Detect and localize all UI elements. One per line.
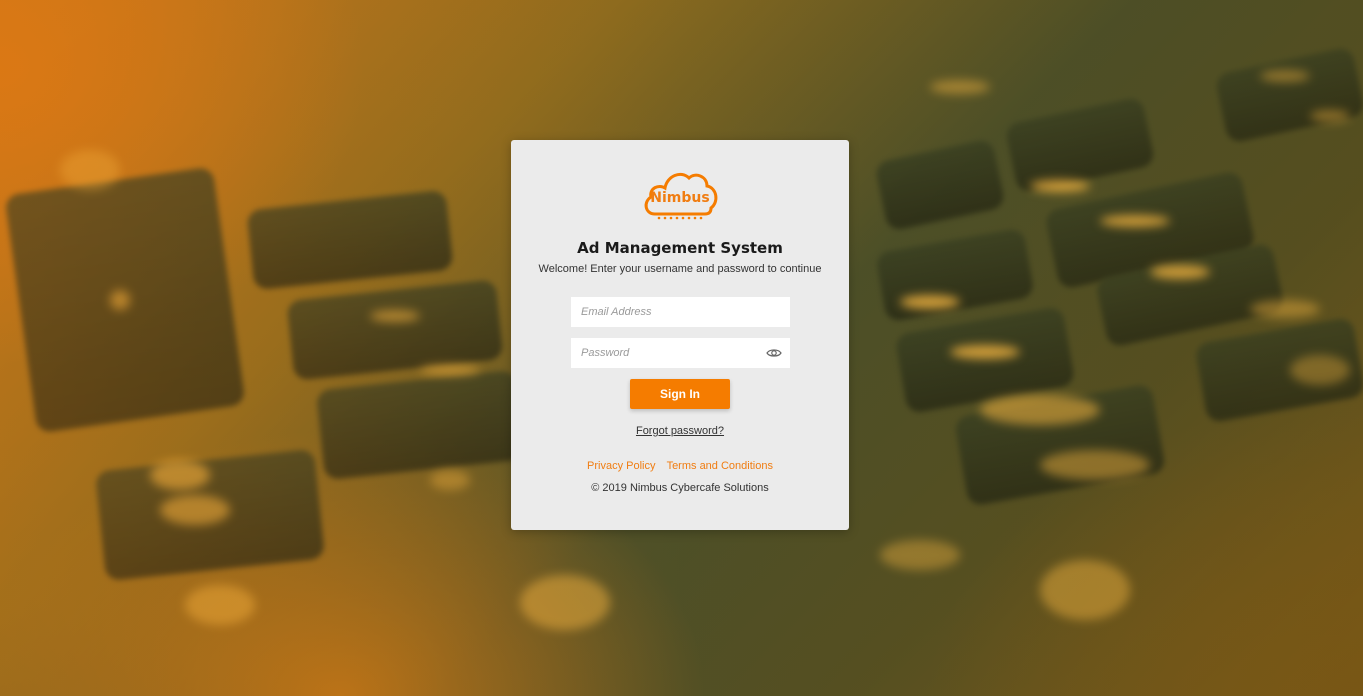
page-title: Ad Management System [577, 239, 783, 257]
logo-text: Nimbus [650, 190, 710, 206]
footer-links: Privacy Policy Terms and Conditions [511, 460, 849, 472]
forgot-password-link[interactable]: Forgot password? [511, 425, 849, 437]
email-field[interactable] [571, 297, 790, 327]
page-subtitle: Welcome! Enter your username and passwor… [538, 263, 822, 275]
copyright-text: © 2019 Nimbus Cybercafe Solutions [591, 482, 769, 494]
nimbus-logo: Nimbus [641, 164, 719, 222]
eye-icon[interactable] [766, 346, 782, 360]
login-card: Nimbus Ad Management System Welcome! Ent… [511, 140, 849, 530]
terms-link[interactable]: Terms and Conditions [667, 460, 773, 472]
sign-in-button[interactable]: Sign In [630, 379, 730, 409]
privacy-policy-link[interactable]: Privacy Policy [587, 460, 655, 472]
password-field[interactable] [571, 338, 790, 368]
